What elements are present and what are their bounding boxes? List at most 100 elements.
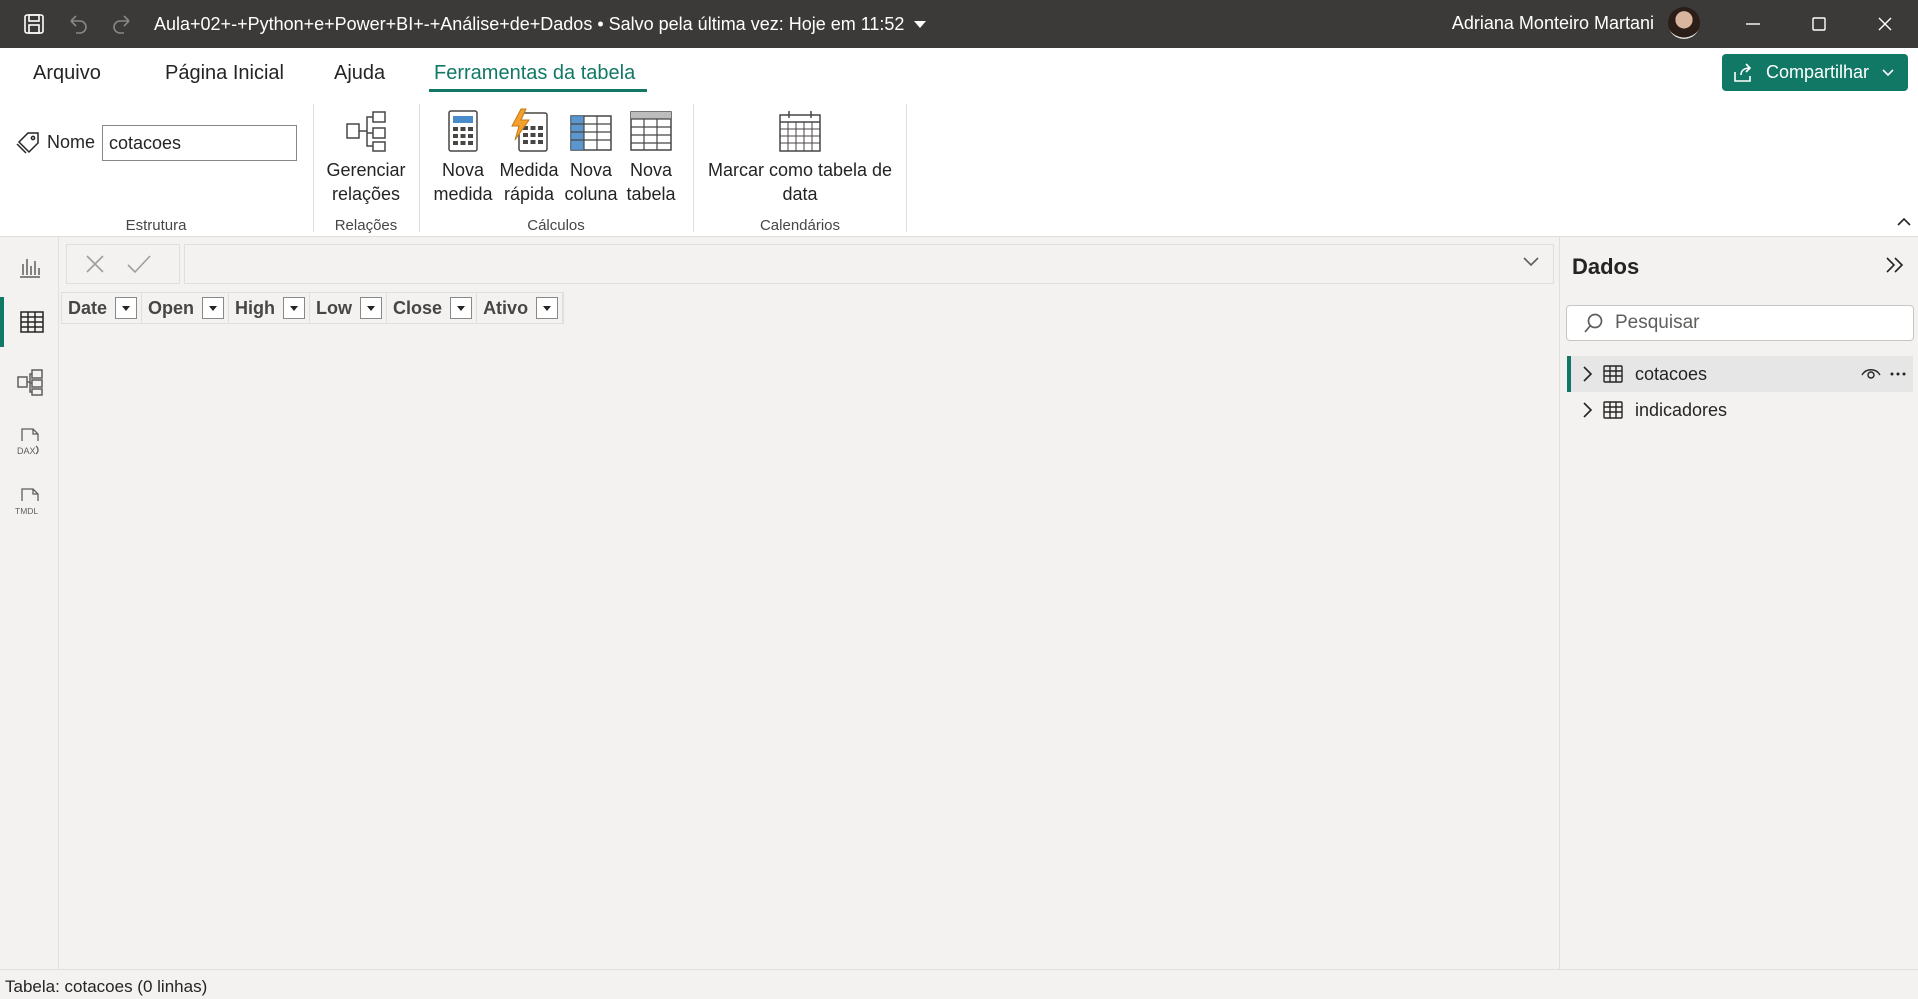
svg-text:DAX: DAX <box>17 446 36 456</box>
new-measure-button[interactable]: Nova medida <box>428 108 498 206</box>
collapse-pane-icon[interactable] <box>1884 255 1906 275</box>
column-name: High <box>235 297 276 318</box>
filter-dropdown-icon[interactable] <box>283 297 306 319</box>
group-label-calculos: Cálculos <box>527 217 585 234</box>
avatar[interactable] <box>1668 7 1700 39</box>
manage-relationships-button[interactable]: Gerenciar relações <box>322 108 410 206</box>
title-dropdown-icon[interactable] <box>914 20 927 28</box>
name-label: Nome <box>47 132 96 152</box>
table-name-input[interactable] <box>102 125 297 161</box>
new-table-line1: Nova <box>629 160 673 180</box>
chevron-down-icon <box>1882 68 1894 76</box>
group-label-calendarios: Calendários <box>759 217 841 234</box>
svg-text:TMDL: TMDL <box>15 506 38 516</box>
table-view-button[interactable] <box>0 297 59 347</box>
maximize-button[interactable] <box>1786 0 1852 48</box>
more-options-icon[interactable] <box>1889 371 1907 377</box>
save-icon[interactable] <box>12 0 56 48</box>
model-view-button[interactable] <box>0 357 59 407</box>
column-header-high[interactable]: High <box>229 293 311 323</box>
filter-dropdown-icon[interactable] <box>536 297 559 319</box>
column-name: Open <box>148 297 195 318</box>
group-label-estrutura: Estrutura <box>125 217 187 234</box>
ribbon-separator <box>419 104 420 232</box>
table-item-indicadores[interactable]: indicadores <box>1567 392 1913 428</box>
mark-date-table-line2: data <box>782 184 818 204</box>
mark-as-date-table-button[interactable]: Marcar como tabela de data <box>700 108 900 206</box>
dax-icon: DAX <box>17 428 39 456</box>
column-name: Ativo <box>483 297 529 318</box>
filter-dropdown-icon[interactable] <box>202 297 225 319</box>
chevron-right-icon[interactable] <box>1581 401 1593 419</box>
quick-measure-line2: rápida <box>503 184 555 204</box>
tmdl-view-button[interactable]: TMDL <box>0 477 59 527</box>
manage-relationships-line1: Gerenciar <box>326 160 406 180</box>
search-input[interactable] <box>1615 312 1895 334</box>
ribbon-separator <box>693 104 694 232</box>
table-item-cotacoes[interactable]: cotacoes <box>1567 356 1913 392</box>
column-header-ativo[interactable]: Ativo <box>477 293 564 323</box>
quick-measure-icon <box>511 108 548 152</box>
search-box[interactable] <box>1566 305 1914 341</box>
view-rail: DAX TMDL <box>0 237 59 969</box>
filter-dropdown-icon[interactable] <box>450 297 473 319</box>
close-button[interactable] <box>1852 0 1918 48</box>
quick-measure-button[interactable]: Medida rápida <box>494 108 564 206</box>
power-bi-window: Aula+02+-+Python+e+Power+BI+-+Análise+de… <box>0 0 1918 999</box>
pane-title: Dados <box>1572 254 1640 279</box>
redo-icon[interactable] <box>100 0 144 48</box>
table-name: cotacoes <box>1635 363 1708 384</box>
cancel-formula-icon[interactable] <box>83 252 107 276</box>
column-header-open[interactable]: Open <box>142 293 230 323</box>
new-table-icon <box>630 111 672 151</box>
model-view-icon <box>16 369 43 396</box>
column-name: Close <box>393 297 443 318</box>
tab-ajuda[interactable]: Ajuda <box>334 62 385 85</box>
commit-formula-icon[interactable] <box>125 252 153 276</box>
minimize-button[interactable] <box>1720 0 1786 48</box>
visibility-icon[interactable] <box>1861 367 1881 381</box>
tab-pagina-inicial[interactable]: Página Inicial <box>165 62 284 85</box>
ribbon-separator <box>313 104 314 232</box>
table-view-icon <box>19 311 44 333</box>
table-icon <box>1603 401 1623 419</box>
status-bar: Tabela: cotacoes (0 linhas) <box>0 969 1918 999</box>
expand-formula-icon[interactable] <box>1522 256 1540 268</box>
calendar-icon <box>779 111 821 152</box>
data-pane: Dados cotacoes indicadores <box>1559 237 1918 969</box>
ribbon-body: Nome Estrutura Gerenciar relações Relaçõ… <box>0 96 1918 237</box>
share-button[interactable]: Compartilhar <box>1722 54 1908 91</box>
ribbon-separator <box>906 104 907 232</box>
filter-dropdown-icon[interactable] <box>360 297 383 319</box>
new-table-line2: tabela <box>626 184 676 204</box>
report-view-button[interactable] <box>0 242 59 292</box>
column-header-date[interactable]: Date <box>62 293 143 323</box>
chevron-right-icon[interactable] <box>1581 365 1593 383</box>
new-measure-line2: medida <box>433 184 493 204</box>
new-table-button[interactable]: Nova tabela <box>616 108 686 206</box>
new-column-line2: coluna <box>564 184 618 204</box>
collapse-ribbon-icon[interactable] <box>1896 216 1912 228</box>
document-title[interactable]: Aula+02+-+Python+e+Power+BI+-+Análise+de… <box>154 14 904 35</box>
undo-icon[interactable] <box>56 0 100 48</box>
tab-ferramentas-da-tabela[interactable]: Ferramentas da tabela <box>434 62 635 85</box>
table-icon <box>1603 365 1623 383</box>
column-header-low[interactable]: Low <box>310 293 388 323</box>
tab-arquivo[interactable]: Arquivo <box>33 62 101 85</box>
tag-icon <box>16 132 39 154</box>
formula-input[interactable] <box>184 244 1554 284</box>
share-label: Compartilhar <box>1766 62 1870 82</box>
mark-date-table-line1: Marcar como tabela de <box>707 160 893 180</box>
search-icon <box>1584 313 1603 333</box>
new-column-line1: Nova <box>569 160 613 180</box>
filter-dropdown-icon[interactable] <box>115 297 138 319</box>
column-header-close[interactable]: Close <box>387 293 478 323</box>
new-measure-line1: Nova <box>441 160 485 180</box>
relationships-icon <box>346 111 386 152</box>
column-name: Date <box>68 297 108 318</box>
user-name[interactable]: Adriana Monteiro Martani <box>1452 13 1654 34</box>
dax-query-view-button[interactable]: DAX <box>0 417 59 467</box>
status-text: Tabela: cotacoes (0 linhas) <box>5 977 208 996</box>
ribbon-tabs: Arquivo Página Inicial Ajuda Ferramentas… <box>0 48 1918 96</box>
new-column-icon <box>570 115 612 151</box>
